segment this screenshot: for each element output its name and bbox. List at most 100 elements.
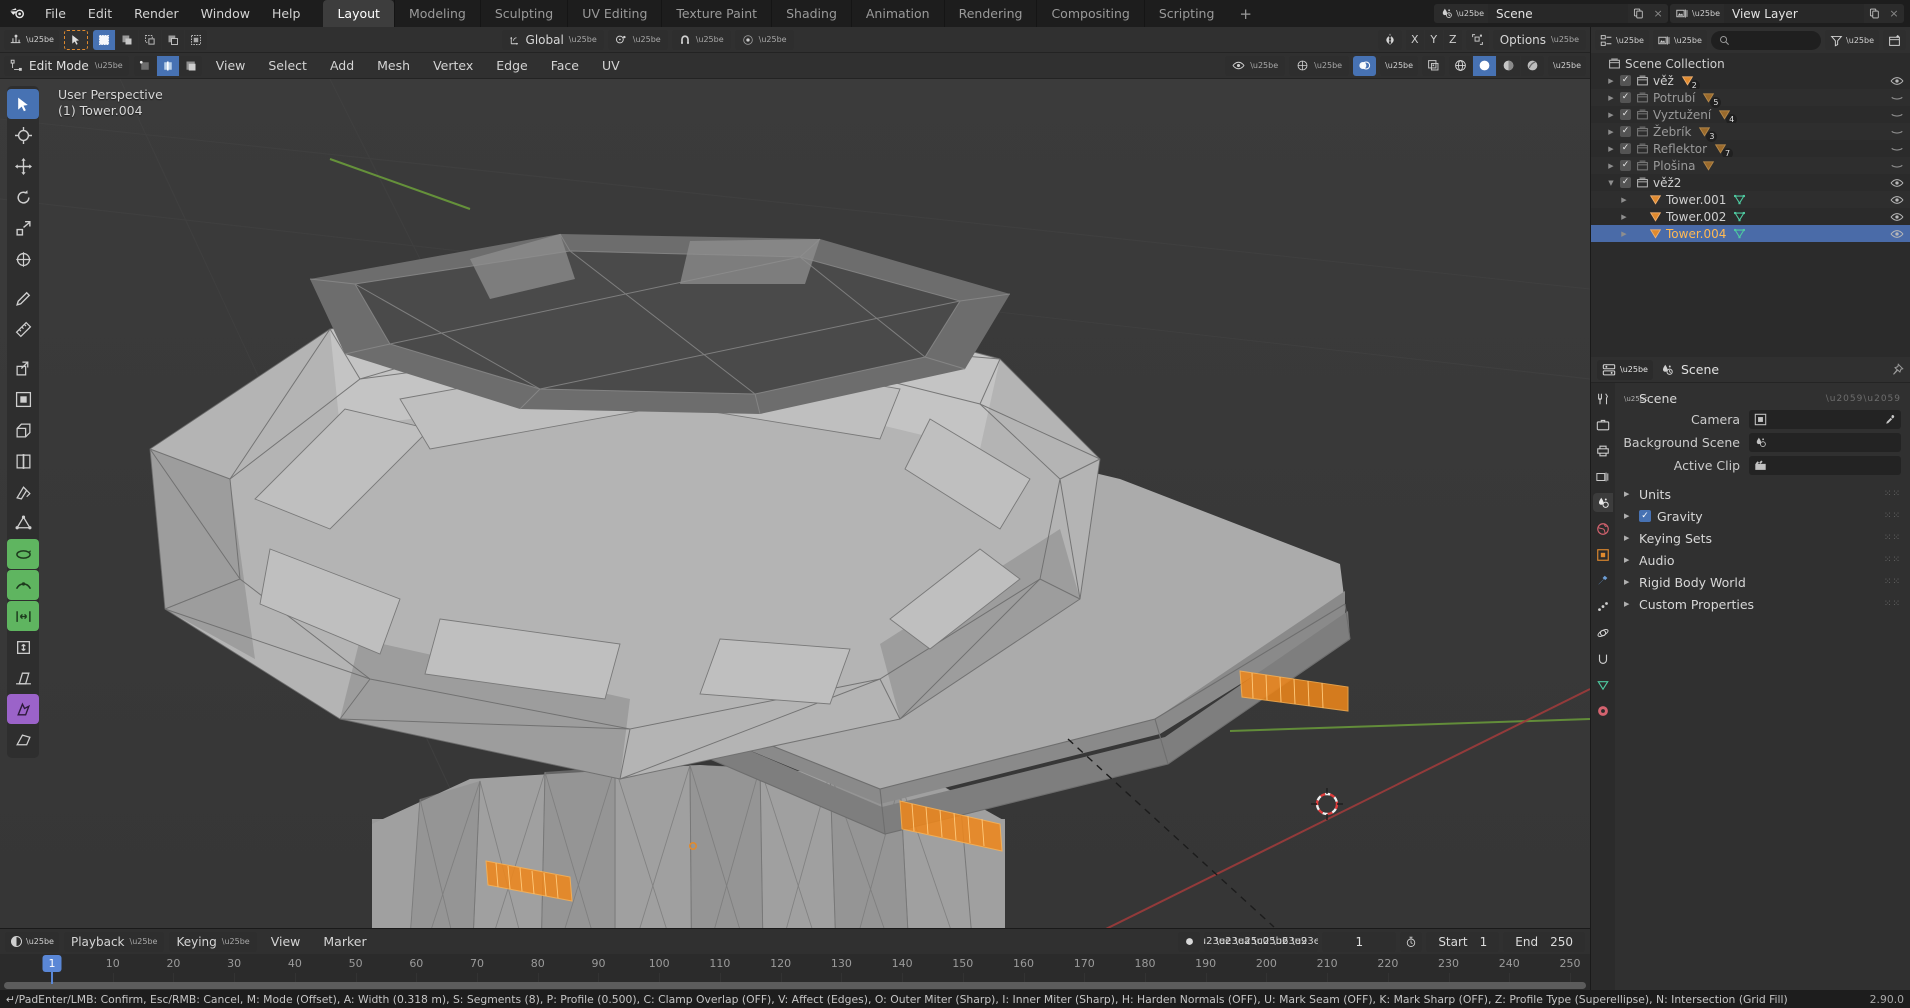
poly-extra-tool[interactable] xyxy=(7,725,39,755)
timeline-menu-playback[interactable]: Playback \u25be xyxy=(64,932,165,952)
workspace-tab-sculpting[interactable]: Sculpting xyxy=(480,0,567,27)
chevron-right-icon[interactable]: ▶ xyxy=(1604,145,1618,153)
eye-open-icon[interactable] xyxy=(1890,210,1904,224)
viewport-menu-view[interactable]: View xyxy=(207,56,255,76)
add-workspace-button[interactable]: + xyxy=(1228,0,1263,27)
exclude-checkbox[interactable]: ✓ xyxy=(1618,109,1633,120)
outliner-row-reflektor[interactable]: ▶✓Reflektor7 xyxy=(1591,140,1910,157)
chevron-down-icon[interactable]: ▼ xyxy=(1604,179,1618,187)
remove-view-layer-button[interactable]: × xyxy=(1884,4,1904,23)
exclude-checkbox[interactable]: ✓ xyxy=(1618,160,1633,171)
outliner-row-v-2[interactable]: ▼✓věž2 xyxy=(1591,174,1910,191)
chevron-right-icon[interactable]: ▶ xyxy=(1624,490,1633,498)
render-tab-icon[interactable] xyxy=(1593,415,1613,434)
outliner-row--ebr-k[interactable]: ▶✓Žebrík3 xyxy=(1591,123,1910,140)
viewport-menu-uv[interactable]: UV xyxy=(593,56,629,76)
shear-tool[interactable] xyxy=(7,663,39,693)
workspace-tab-uv-editing[interactable]: UV Editing xyxy=(567,0,661,27)
eye-closed-icon[interactable] xyxy=(1890,142,1904,156)
extrude-region-tool[interactable] xyxy=(7,353,39,383)
mesh-data-icon[interactable] xyxy=(1733,193,1746,206)
proportional-edit-toggle[interactable]: \u25be xyxy=(735,30,794,50)
workspace-tab-layout[interactable]: Layout xyxy=(323,0,394,27)
mesh-data-icon[interactable]: 2 xyxy=(1681,74,1694,87)
drag-handle[interactable]: \u2059\u2059 xyxy=(1826,394,1901,404)
menu-file[interactable]: File xyxy=(34,0,77,27)
vertex-select-icon[interactable] xyxy=(134,56,156,76)
drag-handle[interactable]: ⁙⁙ xyxy=(1884,489,1901,499)
overlays-dropdown[interactable]: \u25be xyxy=(1380,56,1418,76)
edge-select-icon[interactable] xyxy=(157,56,179,76)
mesh-data-icon[interactable] xyxy=(1733,210,1746,223)
exclude-checkbox[interactable]: ✓ xyxy=(1618,92,1633,103)
menu-edit[interactable]: Edit xyxy=(77,0,123,27)
select-difference-icon[interactable] xyxy=(185,30,207,50)
chevron-right-icon[interactable]: ▶ xyxy=(1604,162,1618,170)
outliner-row-vyztu-en-[interactable]: ▶✓Vyztužení4 xyxy=(1591,106,1910,123)
cursor-arrow-icon[interactable] xyxy=(64,30,88,50)
panel-custom-properties[interactable]: ▶Custom Properties⁙⁙ xyxy=(1615,593,1910,615)
panel-rigid-body-world[interactable]: ▶Rigid Body World⁙⁙ xyxy=(1615,571,1910,593)
outliner-row-potrub-[interactable]: ▶✓Potrubí5 xyxy=(1591,89,1910,106)
exclude-checkbox[interactable]: ✓ xyxy=(1618,75,1633,86)
viewport-menu-mesh[interactable]: Mesh xyxy=(368,56,419,76)
spin-tool[interactable] xyxy=(7,539,39,569)
face-select-icon[interactable] xyxy=(180,56,202,76)
constraints-tab-icon[interactable] xyxy=(1593,649,1613,668)
workspace-tab-rendering[interactable]: Rendering xyxy=(944,0,1037,27)
loop-cut-tool[interactable] xyxy=(7,446,39,476)
rotate-tool[interactable] xyxy=(7,182,39,212)
pivot-point-dropdown[interactable]: \u25be xyxy=(608,30,668,50)
material-tab-icon[interactable] xyxy=(1593,701,1613,720)
material-preview-icon[interactable] xyxy=(1497,56,1520,76)
viewport-menu-add[interactable]: Add xyxy=(321,56,363,76)
workspace-tab-modeling[interactable]: Modeling xyxy=(394,0,480,27)
exclude-checkbox[interactable]: ✓ xyxy=(1618,126,1633,137)
xray-icon[interactable] xyxy=(1422,56,1445,76)
options-dropdown[interactable]: Options \u25be xyxy=(1493,30,1586,50)
solid-icon[interactable] xyxy=(1473,56,1496,76)
menu-render[interactable]: Render xyxy=(123,0,190,27)
mirror-uv-icon[interactable] xyxy=(1466,30,1489,50)
rip-region-tool[interactable] xyxy=(7,694,39,724)
blender-logo-icon[interactable] xyxy=(0,0,34,27)
new-collection-icon[interactable] xyxy=(1883,30,1906,50)
panel-gravity[interactable]: ▶✓Gravity⁙⁙ xyxy=(1615,505,1910,527)
chevron-right-icon[interactable]: ▶ xyxy=(1604,94,1618,102)
transform-orientation-dropdown[interactable]: Global \u25be xyxy=(502,30,604,50)
bevel-tool[interactable] xyxy=(7,415,39,445)
exclude-checkbox[interactable]: ✓ xyxy=(1618,143,1633,154)
mesh-data-icon[interactable] xyxy=(1702,159,1715,172)
tweak-select-tool[interactable] xyxy=(7,89,39,119)
chevron-right-icon[interactable]: ▶ xyxy=(1624,600,1633,608)
view-layer-tab-icon[interactable] xyxy=(1593,467,1613,486)
workspace-tab-texture-paint[interactable]: Texture Paint xyxy=(661,0,771,27)
chevron-right-icon[interactable]: ▶ xyxy=(1617,196,1631,204)
chevron-right-icon[interactable]: ▶ xyxy=(1604,111,1618,119)
viewport-menu-select[interactable]: Select xyxy=(259,56,316,76)
unlink-scene-button[interactable]: × xyxy=(1648,4,1668,23)
drag-handle[interactable]: ⁙⁙ xyxy=(1884,555,1901,565)
select-extend-icon[interactable] xyxy=(116,30,138,50)
mesh-data-icon[interactable] xyxy=(1733,227,1746,240)
mirror-axis-x[interactable]: X xyxy=(1406,30,1424,50)
knife-tool[interactable] xyxy=(7,477,39,507)
object-data-tab-icon[interactable] xyxy=(1593,675,1613,694)
workspace-tab-shading[interactable]: Shading xyxy=(771,0,851,27)
outliner-row-scene-collection[interactable]: Scene Collection xyxy=(1591,55,1910,72)
viewport-menu-edge[interactable]: Edge xyxy=(487,56,536,76)
outliner-row-tower-004[interactable]: ▶Tower.004 xyxy=(1591,225,1910,242)
eye-open-icon[interactable] xyxy=(1890,74,1904,88)
menu-window[interactable]: Window xyxy=(190,0,261,27)
view-layer-icon[interactable]: \u25be xyxy=(1670,4,1724,23)
wireframe-icon[interactable] xyxy=(1449,56,1472,76)
annotate-tool[interactable] xyxy=(7,283,39,313)
eye-closed-icon[interactable] xyxy=(1890,159,1904,173)
modifier-tab-icon[interactable] xyxy=(1593,571,1613,590)
transform-tool[interactable] xyxy=(7,244,39,274)
inset-faces-tool[interactable] xyxy=(7,384,39,414)
mesh-data-icon[interactable]: 7 xyxy=(1714,142,1727,155)
particles-tab-icon[interactable] xyxy=(1593,597,1613,616)
new-scene-button[interactable] xyxy=(1628,4,1648,23)
eye-closed-icon[interactable] xyxy=(1890,108,1904,122)
